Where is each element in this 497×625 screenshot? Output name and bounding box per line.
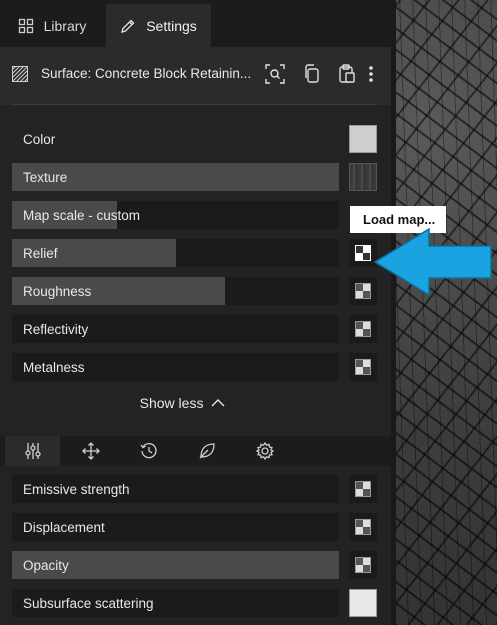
property-roughness-slider[interactable]: Roughness: [12, 277, 339, 305]
tool-tab-leaf[interactable]: [179, 436, 234, 466]
checker-icon: [355, 283, 371, 299]
paste-button[interactable]: [336, 63, 358, 85]
gear-icon: [255, 442, 274, 460]
copy-button[interactable]: [301, 63, 323, 85]
property-label: Roughness: [23, 284, 92, 299]
tool-tab-history[interactable]: [121, 436, 176, 466]
tab-library[interactable]: Library: [0, 4, 104, 47]
property-metalness-slider[interactable]: Metalness: [12, 353, 339, 381]
checker-icon: [355, 245, 371, 261]
move-icon: [81, 442, 100, 460]
color-swatch[interactable]: [349, 125, 377, 153]
opacity-load-map-button[interactable]: [349, 551, 377, 579]
pencil-icon: [121, 19, 135, 33]
tool-tabs: [0, 436, 391, 466]
top-tabs: Library Settings: [0, 0, 391, 47]
property-label: Subsurface scattering: [23, 596, 154, 611]
scan-search-icon: [265, 64, 285, 84]
more-vertical-icon: [369, 66, 373, 82]
surface-title: Surface: Concrete Block Retainin...: [41, 66, 252, 81]
pointer-arrow-icon: [373, 228, 492, 296]
property-map-scale-slider[interactable]: Map scale - custom: [12, 201, 339, 229]
property-label: Texture: [23, 170, 68, 185]
property-texture[interactable]: Texture: [12, 163, 339, 191]
property-reflectivity-slider[interactable]: Reflectivity: [12, 315, 339, 343]
checker-icon: [355, 557, 371, 573]
displacement-load-map-button[interactable]: [349, 513, 377, 541]
texture-thumbnail[interactable]: [349, 163, 377, 191]
sliders-icon: [24, 443, 41, 459]
checker-icon: [355, 321, 371, 337]
panel-edge: [391, 0, 396, 625]
property-label: Relief: [23, 246, 58, 261]
property-emissive-strength-slider[interactable]: Emissive strength: [12, 475, 339, 503]
property-label: Metalness: [23, 360, 85, 375]
property-label: Map scale - custom: [23, 208, 141, 223]
property-color[interactable]: Color: [12, 125, 339, 153]
chevron-up-icon: [211, 399, 225, 407]
property-displacement-slider[interactable]: Displacement: [12, 513, 339, 541]
reflectivity-load-map-button[interactable]: [349, 315, 377, 343]
metalness-load-map-button[interactable]: [349, 353, 377, 381]
property-label: Color: [23, 132, 56, 147]
history-icon: [139, 443, 157, 459]
header-divider: [12, 104, 377, 105]
more-options-button[interactable]: [362, 63, 380, 85]
scan-search-button[interactable]: [264, 63, 286, 85]
property-label: Opacity: [23, 558, 69, 573]
settings-panel: Library Settings Surface: Concrete Block…: [0, 0, 391, 625]
show-less-button[interactable]: Show less: [0, 395, 365, 411]
surface-header: Surface: Concrete Block Retainin...: [0, 47, 391, 105]
property-label: Displacement: [23, 520, 105, 535]
copy-icon: [305, 64, 319, 83]
tool-tab-settings[interactable]: [237, 436, 292, 466]
checker-icon: [355, 481, 371, 497]
property-label: Emissive strength: [23, 482, 130, 497]
grid-icon: [18, 18, 33, 33]
leaf-icon: [199, 443, 215, 459]
surface-pattern-icon: [12, 66, 28, 82]
tab-library-label: Library: [43, 17, 87, 34]
subsurface-color-swatch[interactable]: [349, 589, 377, 617]
tab-settings[interactable]: Settings: [106, 4, 211, 47]
show-less-label: Show less: [139, 395, 204, 411]
property-label: Reflectivity: [23, 322, 89, 337]
3d-viewport[interactable]: [395, 0, 497, 625]
checker-icon: [355, 359, 371, 375]
tool-tab-move[interactable]: [63, 436, 118, 466]
tool-tab-sliders[interactable]: [5, 436, 60, 466]
property-relief-slider[interactable]: Relief: [12, 239, 339, 267]
paste-icon: [339, 64, 355, 83]
property-subsurface-scattering-slider[interactable]: Subsurface scattering: [12, 589, 339, 617]
emissive-load-map-button[interactable]: [349, 475, 377, 503]
checker-icon: [355, 519, 371, 535]
property-opacity-slider[interactable]: Opacity: [12, 551, 339, 579]
tab-settings-label: Settings: [146, 17, 197, 34]
